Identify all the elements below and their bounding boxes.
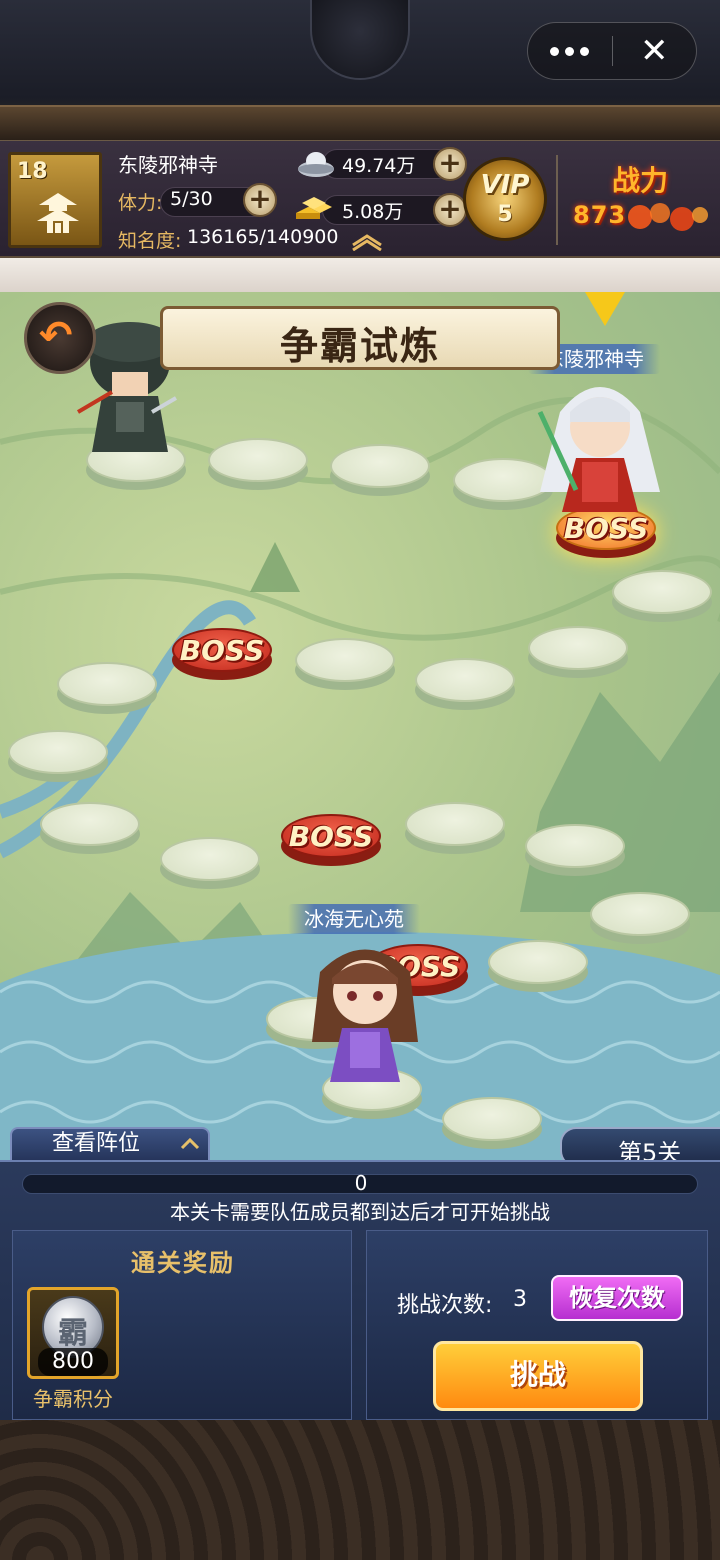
silver-ingot-icon xyxy=(298,152,334,177)
silver-value: 49.74万 xyxy=(342,155,416,177)
stamina-label: 体力: xyxy=(118,192,163,214)
map-node[interactable] xyxy=(442,1097,542,1149)
add-silver-button[interactable]: + xyxy=(433,147,467,181)
player-tag-bottom: 冰海无心苑 xyxy=(288,904,420,934)
map-node[interactable] xyxy=(330,444,430,496)
roof-ornament xyxy=(310,0,410,80)
add-gold-button[interactable]: + xyxy=(433,193,467,227)
map-node[interactable] xyxy=(525,824,625,876)
pagoda-icon xyxy=(37,193,79,233)
vip-badge[interactable]: VIP 5 xyxy=(463,157,547,241)
reward-title: 通关奖励 xyxy=(131,1249,235,1277)
header-divider xyxy=(556,155,558,245)
map-node[interactable] xyxy=(590,892,690,944)
map-node[interactable] xyxy=(8,730,108,782)
fame-label: 知名度: xyxy=(118,230,182,252)
add-stamina-button[interactable]: + xyxy=(243,183,277,217)
player-character-top[interactable] xyxy=(520,372,680,522)
floor-decor xyxy=(0,1420,720,1560)
mini-program-capsule: ✕ xyxy=(527,22,697,80)
page-title: 争霸试炼 xyxy=(279,324,440,368)
map-node[interactable] xyxy=(57,662,157,714)
restore-attempts-button[interactable]: 恢复次数 xyxy=(551,1275,683,1321)
chevron-up-icon[interactable] xyxy=(350,233,384,251)
back-arrow-icon: ↶ xyxy=(39,313,73,359)
map-node[interactable] xyxy=(415,658,515,710)
reward-name: 争霸积分 xyxy=(33,1387,113,1411)
player-level: 18 xyxy=(17,159,48,184)
formation-tab-label: 查看阵位 xyxy=(52,1131,141,1156)
boss-node[interactable]: BOSS xyxy=(281,814,381,866)
map-node[interactable] xyxy=(528,626,628,678)
status-header: 18 东陵邪神寺 体力: 5/30 + 知名度: 136165/140900 4… xyxy=(0,140,720,258)
roof-header: ✕ xyxy=(0,0,720,140)
server-name: 东陵邪神寺 xyxy=(118,153,218,177)
gold-value: 5.08万 xyxy=(342,201,404,223)
map-node[interactable] xyxy=(295,638,395,690)
challenge-button[interactable]: 挑战 xyxy=(433,1341,643,1411)
power-label: 战力 xyxy=(612,164,669,197)
reward-section: 通关奖励 霸 800 争霸积分 xyxy=(12,1230,352,1420)
title-banner: 争霸试炼 xyxy=(160,306,560,370)
view-formation-tab[interactable]: 查看阵位 xyxy=(10,1127,210,1161)
header-strip xyxy=(0,258,720,292)
team-progress-bar: 0 xyxy=(22,1171,698,1195)
progress-value: 0 xyxy=(354,1171,368,1195)
vip-level: 5 xyxy=(497,202,513,227)
flame-effect-icon xyxy=(628,203,708,231)
reward-count: 800 xyxy=(38,1348,108,1376)
fame-value: 136165/140900 xyxy=(187,226,339,248)
vip-label: VIP xyxy=(480,170,530,200)
map-node[interactable] xyxy=(40,802,140,854)
back-button[interactable]: ↶ xyxy=(24,302,96,374)
challenge-section: 挑战次数: 3 恢复次数 挑战 xyxy=(366,1230,708,1420)
trial-map: BOSS BOSS BOSS BOSS 东陵邪神寺 冰海无心苑 争霸试炼 ↶ xyxy=(0,292,720,1162)
power-value: 873 xyxy=(573,201,627,229)
attempts-label: 挑战次数: xyxy=(397,1293,493,1318)
roof-beam xyxy=(0,105,720,140)
boss-node[interactable]: BOSS xyxy=(172,628,272,680)
player-character-self[interactable] xyxy=(300,932,430,1092)
attempts-value: 3 xyxy=(513,1287,527,1312)
reward-item[interactable]: 霸 800 xyxy=(27,1287,119,1379)
player-avatar[interactable]: 18 xyxy=(8,152,102,248)
map-node[interactable] xyxy=(612,570,712,622)
gold-bars-icon xyxy=(296,197,332,219)
target-marker-icon xyxy=(585,292,625,326)
map-node[interactable] xyxy=(208,438,308,490)
boss-label: BOSS xyxy=(288,820,374,853)
bottom-panel: 0 本关卡需要队伍成员都到达后才可开始挑战 通关奖励 霸 800 争霸积分 挑战… xyxy=(0,1160,720,1420)
coin-glyph: 霸 xyxy=(58,1316,88,1351)
chevron-up-icon xyxy=(180,1137,200,1150)
stamina-value: 5/30 xyxy=(170,188,213,210)
challenge-notice: 本关卡需要队伍成员都到达后才可开始挑战 xyxy=(170,1200,550,1224)
more-dots-icon[interactable] xyxy=(528,23,612,79)
boss-label: BOSS xyxy=(179,634,265,667)
map-node[interactable] xyxy=(488,940,588,992)
close-icon[interactable]: ✕ xyxy=(613,23,697,79)
map-node[interactable] xyxy=(405,802,505,854)
map-node[interactable] xyxy=(160,837,260,889)
